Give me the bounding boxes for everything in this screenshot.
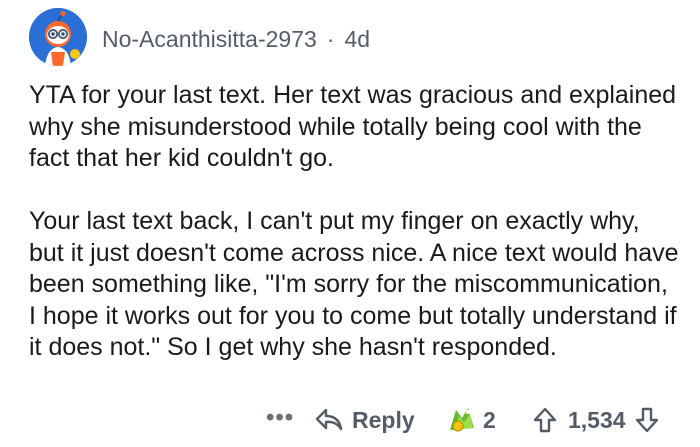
downvote-arrow-icon[interactable]	[634, 406, 660, 434]
reply-button[interactable]: Reply	[314, 402, 415, 438]
username-link[interactable]: No-Acanthisitta-2973	[102, 26, 317, 53]
award-icon[interactable]	[446, 404, 478, 436]
comment-action-bar: ••• Reply 2 1,534	[0, 402, 700, 438]
comment-paragraph: YTA for your last text. Her text was gra…	[29, 81, 677, 172]
reply-arrow-icon	[315, 408, 343, 431]
meta-separator: ·	[326, 25, 335, 52]
comment-paragraph: Your last text back, I can't put my fing…	[29, 207, 679, 361]
reply-label: Reply	[352, 406, 415, 433]
comment-header: No-Acanthisitta-2973 · 4d	[102, 24, 370, 54]
comment: No-Acanthisitta-2973 · 4d YTA for your l…	[0, 0, 700, 447]
vote-controls: 1,534	[532, 402, 660, 438]
vote-score: 1,534	[568, 406, 626, 433]
more-options-button[interactable]: •••	[266, 404, 294, 432]
user-avatar-icon[interactable]	[29, 8, 87, 66]
comment-age[interactable]: 4d	[344, 26, 370, 53]
upvote-arrow-icon[interactable]	[532, 406, 558, 434]
award-count: 2	[483, 406, 496, 433]
comment-body: YTA for your last text. Her text was gra…	[29, 80, 679, 364]
